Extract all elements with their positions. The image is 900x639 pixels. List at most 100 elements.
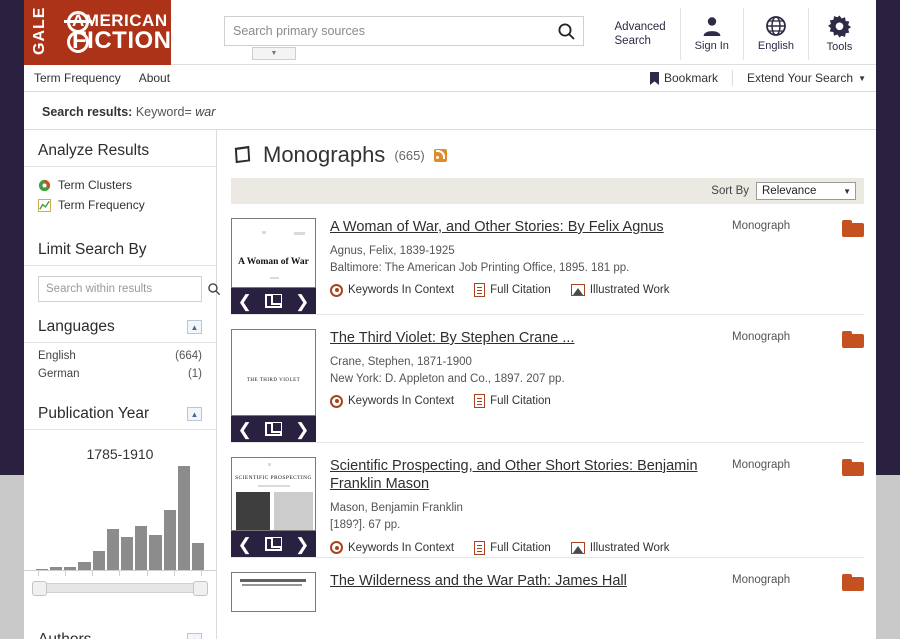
document-icon xyxy=(474,283,486,298)
histogram-bar xyxy=(191,542,205,570)
secondary-nav: Term Frequency About Bookmark Extend You… xyxy=(24,65,876,92)
result-thumbnail-column: SCIENTIFIC PROSPECTING ❮ ❯ xyxy=(231,457,316,557)
full-citation-link[interactable]: Full Citation xyxy=(474,394,551,409)
chevron-up-icon[interactable]: ▲ xyxy=(187,407,202,421)
result-metadata: Agnus, Felix, 1839-1925 Baltimore: The A… xyxy=(330,243,712,276)
range-slider-handle-max[interactable] xyxy=(193,581,208,596)
keywords-in-context-label: Keywords In Context xyxy=(348,395,455,408)
result-type-column: Monograph xyxy=(732,572,864,612)
illustrated-work-link[interactable]: Illustrated Work xyxy=(570,541,670,554)
chevron-up-icon[interactable]: ▲ xyxy=(187,320,202,334)
full-citation-link[interactable]: Full Citation xyxy=(474,540,551,555)
keywords-in-context-icon xyxy=(330,283,343,297)
result-author: Mason, Benjamin Franklin xyxy=(330,502,463,515)
sort-by-select[interactable]: Relevance ▼ xyxy=(756,182,856,200)
result-type-label: Monograph xyxy=(732,331,791,343)
thumbnail-next-button[interactable]: ❯ xyxy=(295,536,309,553)
language-label: English xyxy=(757,40,794,53)
result-thumbnail[interactable] xyxy=(231,572,316,612)
folder-icon[interactable] xyxy=(842,220,864,237)
result-thumbnail-column xyxy=(231,572,316,612)
page-background: GALE AMERICAN FICTION ▼ xyxy=(0,0,900,639)
result-title-link[interactable]: The Third Violet: By Stephen Crane ... xyxy=(330,329,712,347)
advanced-search-link[interactable]: Advanced Search xyxy=(601,8,680,60)
result-title-link[interactable]: Scientific Prospecting, and Other Short … xyxy=(330,457,712,493)
facet-languages-header[interactable]: Languages ▲ xyxy=(24,306,216,343)
chevron-down-icon: ▼ xyxy=(843,186,851,196)
thumbnail-next-button[interactable]: ❯ xyxy=(295,293,309,310)
nav-divider xyxy=(732,70,733,86)
extend-search-label: Extend Your Search xyxy=(747,71,854,85)
result-thumbnail[interactable]: SCIENTIFIC PROSPECTING xyxy=(231,457,316,531)
full-citation-link[interactable]: Full Citation xyxy=(474,283,551,298)
tools-button[interactable]: Tools xyxy=(808,8,870,60)
histogram-bar xyxy=(163,509,176,570)
facet-publication-year-header[interactable]: Publication Year ▲ xyxy=(24,393,216,430)
sidebar-item-term-clusters[interactable]: Term Clusters xyxy=(24,175,216,195)
expand-icon[interactable] xyxy=(264,537,282,551)
sort-by-value: Relevance xyxy=(762,185,817,197)
search-icon[interactable] xyxy=(549,22,583,41)
keywords-in-context-link[interactable]: Keywords In Context xyxy=(330,541,454,555)
histogram-bar xyxy=(177,466,190,570)
result-author: Crane, Stephen, 1871-1900 xyxy=(330,356,472,369)
histogram-bar xyxy=(64,566,77,570)
folder-icon[interactable] xyxy=(842,331,864,348)
results-heading: Monographs (665) xyxy=(231,130,864,178)
result-thumbnail[interactable]: A Woman of War xyxy=(231,218,316,288)
result-thumbnail-text: A Woman of War xyxy=(238,257,309,267)
nav-item-about[interactable]: About xyxy=(139,71,170,85)
sign-in-button[interactable]: Sign In xyxy=(679,8,743,60)
search-within-results-box[interactable] xyxy=(38,276,221,302)
site-logo[interactable]: GALE AMERICAN FICTION xyxy=(24,0,171,65)
result-imprint: Baltimore: The American Job Printing Off… xyxy=(330,261,630,274)
result-thumbnail[interactable]: THE THIRD VIOLET xyxy=(231,329,316,416)
publication-year-range-slider[interactable] xyxy=(32,581,208,596)
document-icon xyxy=(474,540,486,555)
folder-icon[interactable] xyxy=(842,459,864,476)
histogram-bar xyxy=(149,534,162,570)
thumbnail-prev-button[interactable]: ❮ xyxy=(238,536,252,553)
facet-item-german-count: (1) xyxy=(187,368,202,380)
result-actions: Keywords In Context Full Citation Illust… xyxy=(330,283,712,298)
thumbnail-next-button[interactable]: ❯ xyxy=(295,421,309,438)
expand-icon[interactable] xyxy=(264,294,282,308)
histogram-bar xyxy=(50,566,63,570)
chevron-up-icon[interactable]: ▲ xyxy=(187,633,202,639)
result-title-link[interactable]: A Woman of War, and Other Stories: By Fe… xyxy=(330,218,712,236)
result-type-column: Monograph xyxy=(732,218,864,314)
nav-item-term-frequency[interactable]: Term Frequency xyxy=(34,71,121,85)
illustrated-work-link[interactable]: Illustrated Work xyxy=(570,284,670,297)
rss-icon[interactable] xyxy=(433,148,447,162)
thumbnail-prev-button[interactable]: ❮ xyxy=(238,421,252,438)
language-button[interactable]: English xyxy=(742,8,808,60)
result-metadata: Crane, Stephen, 1871-1900 New York: D. A… xyxy=(330,354,712,387)
result-imprint: New York: D. Appleton and Co., 1897. 207… xyxy=(330,372,565,385)
result-title-link[interactable]: The Wilderness and the War Path: James H… xyxy=(330,572,712,590)
range-slider-handle-min[interactable] xyxy=(32,581,47,596)
result-type-column: Monograph xyxy=(732,329,864,442)
facet-item-english[interactable]: English (664) xyxy=(24,347,216,365)
facet-authors-header[interactable]: Authors ▲ xyxy=(24,619,216,639)
header-actions: Advanced Search Sign In English Tools xyxy=(601,8,870,60)
result-imprint: [189?]. 67 pp. xyxy=(330,518,401,531)
extend-search-button[interactable]: Extend Your Search ▼ xyxy=(747,71,866,85)
search-within-results-input[interactable] xyxy=(39,283,207,295)
keywords-in-context-link[interactable]: Keywords In Context xyxy=(330,283,454,297)
sidebar-item-term-frequency[interactable]: Term Frequency xyxy=(24,195,216,215)
search-options-dropdown[interactable]: ▼ xyxy=(252,47,296,60)
thumbnail-prev-button[interactable]: ❮ xyxy=(238,293,252,310)
expand-icon[interactable] xyxy=(264,422,282,436)
search-equals: = xyxy=(184,105,192,119)
document-icon xyxy=(474,394,486,409)
search-box[interactable] xyxy=(224,16,584,46)
keywords-in-context-link[interactable]: Keywords In Context xyxy=(330,394,455,408)
search-input[interactable] xyxy=(225,24,549,38)
result-thumbnail-text: THE THIRD VIOLET xyxy=(246,378,301,383)
folder-icon[interactable] xyxy=(842,574,864,591)
full-citation-label: Full Citation xyxy=(490,395,551,408)
facet-languages-title: Languages xyxy=(38,318,115,335)
facet-item-german[interactable]: German (1) xyxy=(24,365,216,383)
bookmark-button[interactable]: Bookmark xyxy=(649,71,718,85)
histogram-bar xyxy=(121,536,134,570)
